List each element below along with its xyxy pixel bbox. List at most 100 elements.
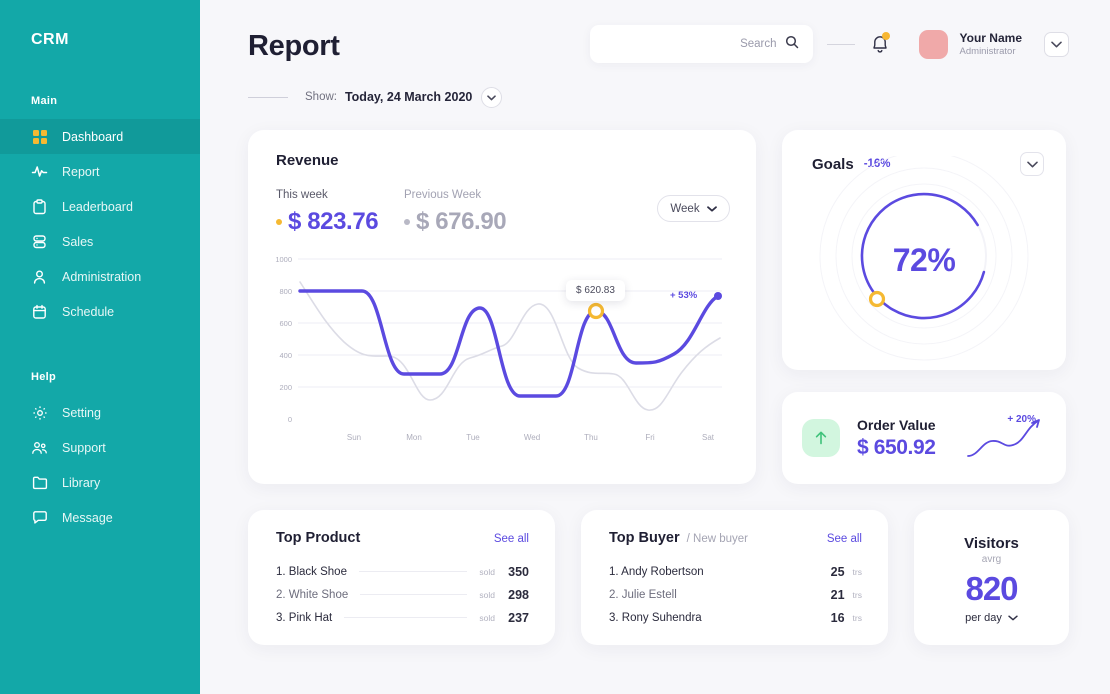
stat-this-week: This week $ 823.76 — [276, 189, 404, 236]
top-buyer-title: Top Buyer — [609, 530, 680, 546]
main-content: Report Search Your Name Administrator Sh… — [200, 0, 1110, 694]
sidebar-item-administration[interactable]: Administration — [0, 259, 200, 294]
calendar-icon — [31, 303, 48, 320]
sidebar-item-message[interactable]: Message — [0, 500, 200, 535]
folder-icon — [31, 474, 48, 491]
sidebar-item-label: Library — [62, 475, 101, 490]
stat-previous-week: Previous Week $ 676.90 — [404, 189, 532, 236]
buyer-count: 21 — [830, 587, 845, 602]
chart-gridlines — [298, 258, 722, 388]
stat-label: Previous Week — [404, 189, 482, 201]
list-item[interactable]: 3. Pink Hat sold 237 — [276, 606, 529, 629]
sidebar: CRM Main Dashboard Report Leaderboard Sa… — [0, 0, 200, 694]
sidebar-section-title-main: Main — [31, 95, 58, 107]
series-this-week — [298, 289, 720, 398]
product-unit: sold — [479, 566, 495, 577]
product-name: 1. Black Shoe — [276, 565, 347, 578]
visitors-period-select[interactable]: per day — [965, 612, 1018, 624]
avatar[interactable] — [918, 29, 948, 59]
range-label: Week — [670, 202, 700, 215]
sidebar-section-title-help: Help — [31, 371, 57, 383]
visitors-card: Visitors avrg 820 per day — [914, 510, 1069, 645]
topbar-divider — [826, 43, 855, 45]
svg-text:800: 800 — [279, 287, 292, 296]
top-product-see-all[interactable]: See all — [494, 533, 529, 545]
sidebar-item-label: Dashboard — [62, 129, 124, 144]
user-role: Administrator — [959, 45, 1016, 57]
bullet-icon — [404, 219, 410, 225]
sidebar-item-label: Leaderboard — [62, 199, 133, 214]
product-count: 298 — [508, 587, 529, 602]
message-icon — [31, 509, 48, 526]
order-value-body: Order Value $ 650.92 — [857, 417, 936, 460]
showbar-rule — [248, 96, 288, 98]
date-filter-button[interactable] — [481, 86, 503, 108]
gauge-marker-dot — [868, 290, 886, 308]
app-root: CRM Main Dashboard Report Leaderboard Sa… — [0, 0, 1110, 694]
product-unit: sold — [479, 612, 495, 623]
svg-text:200: 200 — [279, 383, 292, 392]
activity-icon — [31, 163, 48, 180]
svg-text:Sat: Sat — [702, 433, 715, 442]
revenue-stats: This week $ 823.76 Previous Week $ 676.9… — [276, 189, 730, 236]
order-value-amount: $ 650.92 — [857, 435, 936, 459]
goals-gauge: 72% — [782, 151, 1066, 370]
chevron-down-icon — [487, 88, 497, 106]
sidebar-item-sales[interactable]: Sales — [0, 224, 200, 259]
chart-growth-tag: + 53% — [670, 290, 698, 301]
product-unit: sold — [479, 589, 495, 600]
sidebar-item-schedule[interactable]: Schedule — [0, 294, 200, 329]
list-item[interactable]: 1. Black Shoe sold 350 — [276, 560, 529, 583]
sidebar-item-label: Schedule — [62, 304, 115, 319]
bell-icon[interactable] — [869, 32, 891, 56]
search-input[interactable]: Search — [589, 25, 813, 63]
sidebar-item-label: Setting — [62, 405, 101, 420]
sidebar-nav-main: Dashboard Report Leaderboard Sales Admin… — [0, 119, 200, 329]
account-menu-button[interactable] — [1044, 31, 1069, 57]
magnifier-icon[interactable] — [785, 35, 799, 54]
top-product-title: Top Product — [276, 530, 361, 546]
sidebar-item-dashboard[interactable]: Dashboard — [0, 119, 200, 154]
list-item[interactable]: 1. Andy Robertson 25 trs — [609, 560, 862, 583]
sidebar-item-label: Administration — [62, 269, 142, 284]
svg-text:1000: 1000 — [275, 255, 292, 264]
bottom-card-row: Top Product See all 1. Black Shoe sold 3… — [248, 510, 1069, 645]
buyer-count: 25 — [830, 564, 845, 579]
top-buyer-subtitle: / New buyer — [686, 533, 748, 545]
list-item[interactable]: 3. Rony Suhendra 16 trs — [609, 606, 862, 629]
list-item[interactable]: 2. Julie Estell 21 trs — [609, 583, 862, 606]
sidebar-item-report[interactable]: Report — [0, 154, 200, 189]
svg-text:400: 400 — [279, 351, 292, 360]
bullet-icon — [276, 219, 282, 225]
sidebar-section-main: Main Dashboard Report Leaderboard Sales … — [0, 95, 200, 329]
grid-icon — [31, 128, 48, 145]
buyer-unit: trs — [852, 566, 862, 577]
sidebar-item-leaderboard[interactable]: Leaderboard — [0, 189, 200, 224]
sidebar-item-setting[interactable]: Setting — [0, 395, 200, 430]
chart-y-ticks: 1000 800 600 400 200 0 — [275, 255, 292, 424]
top-buyer-see-all[interactable]: See all — [827, 533, 862, 545]
arrow-up-icon — [802, 419, 840, 457]
sidebar-item-support[interactable]: Support — [0, 430, 200, 465]
goals-percent: 72% — [892, 242, 956, 278]
range-select[interactable]: Week — [657, 195, 730, 222]
svg-text:Thu: Thu — [584, 433, 598, 442]
list-item[interactable]: 2. White Shoe sold 298 — [276, 583, 529, 606]
order-value-card: Order Value $ 650.92 + 20% — [782, 392, 1066, 484]
sidebar-item-label: Report — [62, 164, 100, 179]
page-title: Report — [248, 30, 340, 62]
top-card-row: Revenue This week $ 823.76 Previous Week — [248, 130, 1069, 484]
svg-text:Tue: Tue — [466, 433, 480, 442]
sidebar-item-label: Message — [62, 510, 113, 525]
svg-text:Wed: Wed — [524, 433, 540, 442]
topbar-right: Search Your Name Administrator — [589, 18, 1069, 63]
sidebar-item-library[interactable]: Library — [0, 465, 200, 500]
buyer-name: 3. Rony Suhendra — [609, 611, 702, 624]
sidebar-item-label: Sales — [62, 234, 94, 249]
user-meta: Your Name Administrator — [960, 31, 1022, 58]
product-name: 2. White Shoe — [276, 588, 349, 601]
svg-text:600: 600 — [279, 319, 292, 328]
visitors-value: 820 — [965, 570, 1018, 607]
top-product-header: Top Product See all — [276, 530, 529, 546]
svg-text:Sun: Sun — [347, 433, 361, 442]
